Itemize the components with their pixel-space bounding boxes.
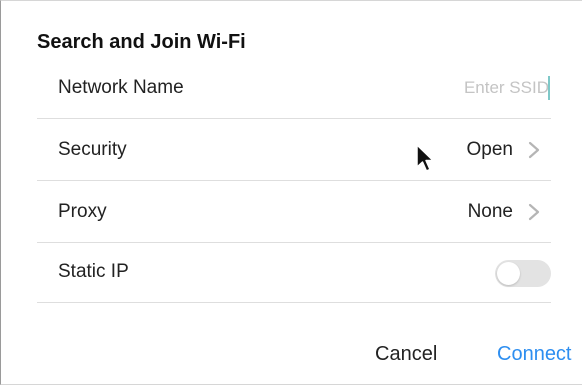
network-name-row[interactable]: Network Name bbox=[37, 57, 551, 119]
network-name-label: Network Name bbox=[58, 77, 184, 98]
wifi-dialog: Search and Join Wi-Fi Network Name Secur… bbox=[0, 0, 582, 385]
chevron-right-icon bbox=[528, 203, 540, 221]
security-value: Open bbox=[466, 139, 513, 160]
mouse-pointer-icon bbox=[416, 144, 434, 172]
static-ip-toggle[interactable] bbox=[495, 260, 551, 287]
static-ip-row: Static IP bbox=[37, 241, 551, 303]
dialog-title: Search and Join Wi-Fi bbox=[37, 31, 246, 53]
connect-button[interactable]: Connect bbox=[497, 339, 572, 369]
security-row[interactable]: Security Open bbox=[37, 119, 551, 181]
proxy-label: Proxy bbox=[58, 201, 107, 222]
security-label: Security bbox=[58, 139, 127, 160]
proxy-value: None bbox=[467, 201, 513, 222]
chevron-right-icon bbox=[528, 141, 540, 159]
cancel-button[interactable]: Cancel bbox=[375, 339, 437, 369]
static-ip-label: Static IP bbox=[58, 261, 129, 282]
text-caret bbox=[548, 76, 550, 100]
toggle-knob bbox=[497, 262, 520, 285]
ssid-input[interactable] bbox=[389, 73, 551, 103]
proxy-row[interactable]: Proxy None bbox=[37, 181, 551, 243]
